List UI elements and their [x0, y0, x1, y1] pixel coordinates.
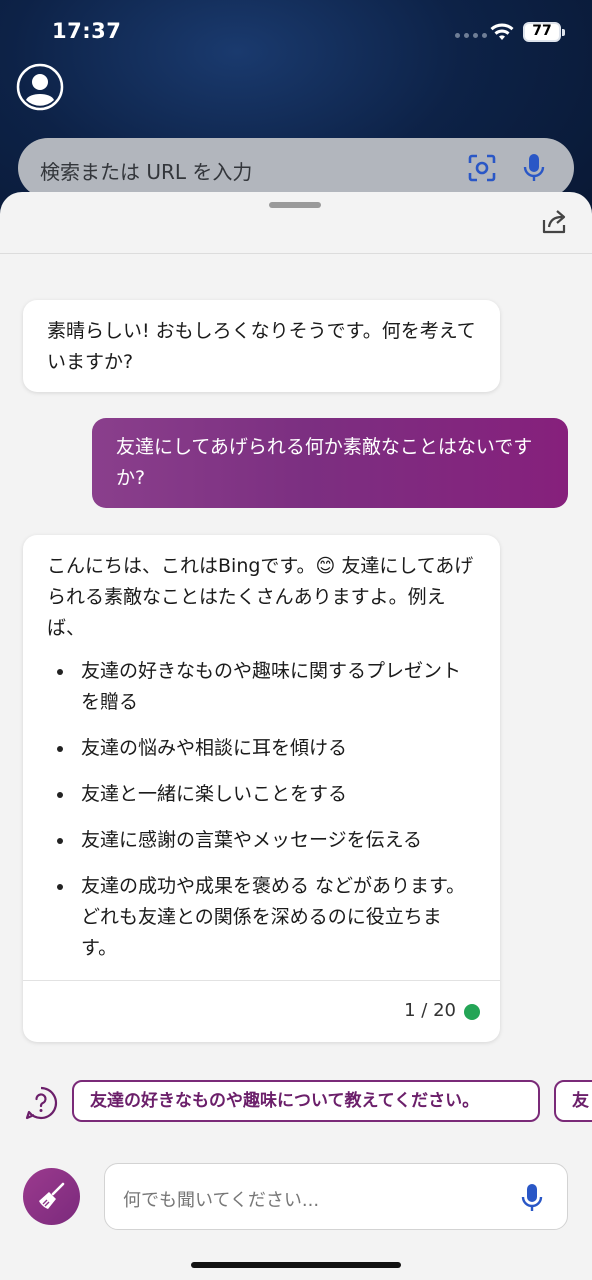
user-message: 友達にしてあげられる何か素敵なことはないですか?	[92, 418, 568, 508]
status-bar: 17:37 77	[0, 0, 592, 64]
new-topic-button[interactable]	[23, 1168, 80, 1225]
chat-input-placeholder: 何でも聞いてください...	[123, 1190, 320, 1211]
suggested-prompt[interactable]: 友達の好きなものや趣味について教えてください。	[72, 1080, 540, 1122]
status-time: 17:37	[52, 19, 122, 43]
assistant-message-text: 素晴らしい! おもしろくなりそうです。何を考えていますか?	[47, 320, 476, 373]
profile-icon[interactable]	[16, 63, 64, 111]
chat-sheet: 素晴らしい! おもしろくなりそうです。何を考えていますか? 友達にしてあげられる…	[0, 192, 592, 1280]
microphone-icon[interactable]	[522, 153, 546, 183]
assistant-message: こんにちは、これはBingです。😊 友達にしてあげられる素敵なことはたくさんあり…	[23, 535, 500, 1042]
chat-input[interactable]: 何でも聞いてください...	[104, 1163, 568, 1230]
battery-level: 77	[532, 23, 552, 39]
user-message-text: 友達にしてあげられる何か素敵なことはないですか?	[116, 436, 533, 489]
list-item: 友達の好きなものや趣味に関するプレゼントを贈る	[47, 656, 476, 718]
wifi-icon	[490, 23, 514, 40]
list-item: 友達の悩みや相談に耳を傾ける	[47, 733, 476, 764]
assistant-message: 素晴らしい! おもしろくなりそうです。何を考えていますか?	[23, 300, 500, 392]
message-footer: 1 / 20	[23, 980, 500, 1042]
assistant-message-intro: こんにちは、これはBingです。😊 友達にしてあげられる素敵なことはたくさんあり…	[47, 555, 474, 639]
help-icon[interactable]	[24, 1086, 58, 1120]
home-indicator[interactable]	[191, 1262, 401, 1268]
new-topic-broom-icon	[39, 1182, 65, 1209]
visual-search-icon[interactable]	[468, 154, 496, 182]
address-bar-placeholder: 検索または URL を入力	[40, 160, 253, 184]
turn-counter: 1 / 20	[404, 1000, 456, 1021]
cellular-signal-icon	[455, 33, 487, 38]
address-bar[interactable]: 検索または URL を入力	[18, 138, 574, 198]
microphone-icon[interactable]	[521, 1183, 543, 1213]
suggested-prompt[interactable]: 友	[554, 1080, 592, 1122]
list-item: 友達と一緒に楽しいことをする	[47, 779, 476, 810]
share-icon[interactable]	[540, 208, 568, 236]
sheet-grabber[interactable]	[269, 202, 321, 208]
suggestion-list: 友達の好きなものや趣味に関するプレゼントを贈る 友達の悩みや相談に耳を傾ける 友…	[47, 656, 476, 964]
list-item: 友達の成功や成果を褒める などがあります。どれも友達との関係を深めるのに役立ちま…	[47, 871, 476, 964]
list-item: 友達に感謝の言葉やメッセージを伝える	[47, 825, 476, 856]
sheet-divider	[0, 253, 592, 254]
battery-icon: 77	[523, 22, 565, 42]
status-dot	[464, 1004, 480, 1020]
